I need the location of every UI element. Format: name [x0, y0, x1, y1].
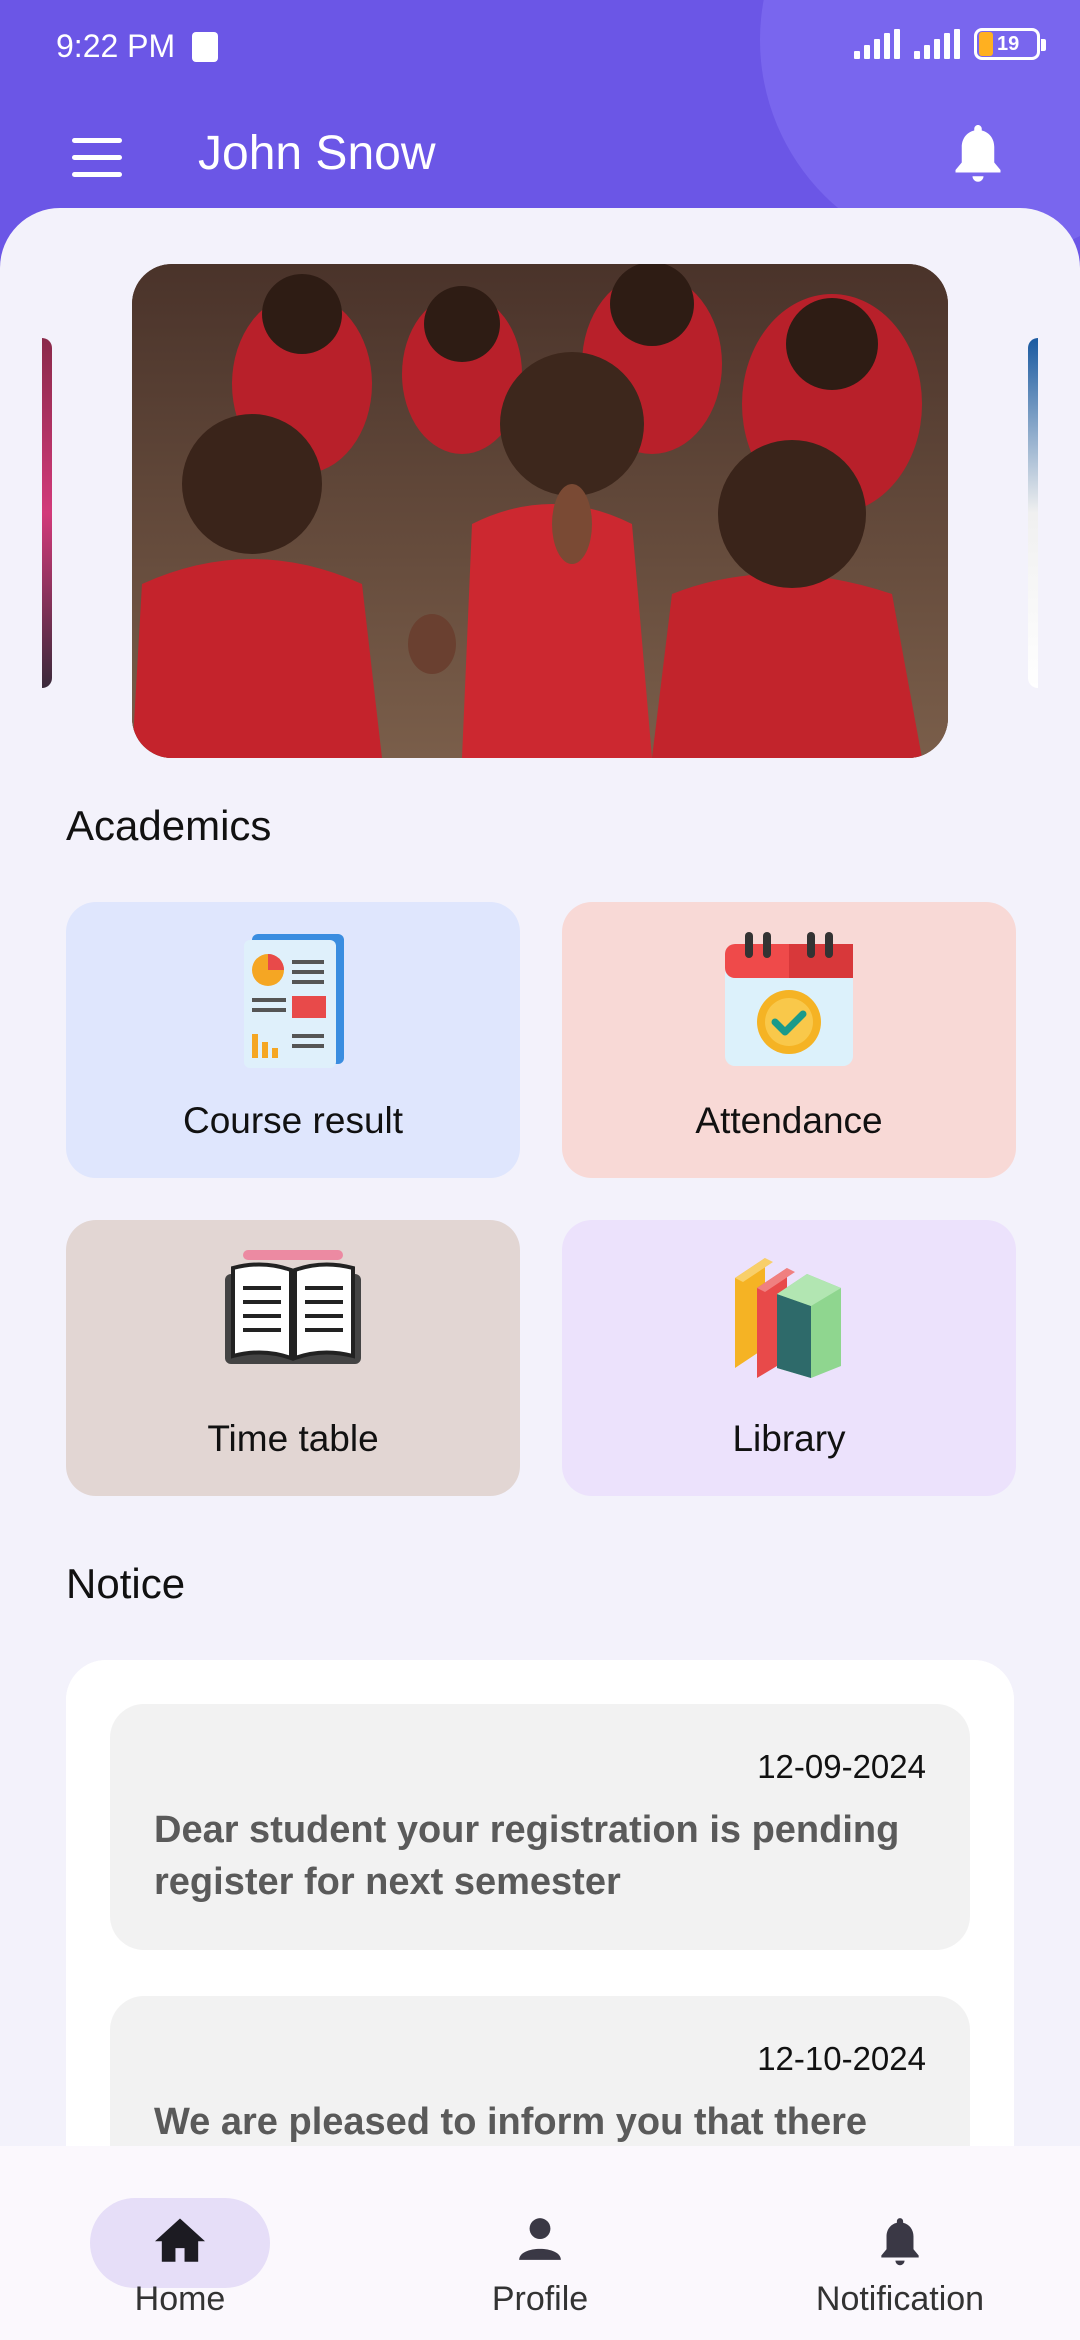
nav-home-label: Home: [134, 2280, 226, 2318]
course-result-label: Course result: [182, 1100, 404, 1141]
time-table-tile[interactable]: Time table: [66, 1220, 520, 1496]
status-bar: 9:22 PM 19: [0, 0, 1080, 96]
status-time: 9:22 PM: [56, 28, 176, 64]
attendance-tile[interactable]: Attendance: [562, 902, 1016, 1178]
bell-icon: [955, 125, 1001, 182]
menu-icon: [72, 138, 122, 143]
bell-icon: [881, 2218, 919, 2266]
books-icon: [735, 1258, 841, 1378]
notice-date: 12-09-2024: [757, 1748, 926, 1785]
course-result-tile[interactable]: Course result: [66, 902, 520, 1178]
notification-button[interactable]: [948, 120, 1008, 190]
home-icon: [155, 2218, 205, 2262]
user-name-title: John Snow: [198, 127, 436, 180]
carousel-prev-peek[interactable]: [42, 338, 52, 688]
nav-notification-label: Notification: [815, 2280, 985, 2318]
library-label: Library: [732, 1418, 846, 1459]
carousel-image[interactable]: [132, 264, 948, 758]
library-tile[interactable]: Library: [562, 1220, 1016, 1496]
battery-level: 19: [997, 32, 1020, 55]
signal-icon: [914, 29, 960, 59]
nav-notification[interactable]: Notification: [780, 2172, 1020, 2322]
notice-date: 12-10-2024: [757, 2040, 926, 2077]
notice-item[interactable]: 12-09-2024 Dear student your registratio…: [110, 1704, 970, 1950]
nav-home[interactable]: Home: [60, 2172, 300, 2322]
battery-icon: 19: [974, 28, 1046, 60]
nav-profile[interactable]: Profile: [420, 2172, 660, 2322]
report-icon: [244, 934, 344, 1068]
nav-profile-label: Profile: [491, 2280, 589, 2318]
students-photo: [132, 264, 948, 758]
signal-icon: [854, 29, 900, 59]
attendance-label: Attendance: [695, 1100, 883, 1141]
calendar-check-icon: [725, 932, 853, 1066]
time-table-label: Time table: [207, 1418, 379, 1459]
menu-button[interactable]: [72, 138, 126, 178]
notice-section-title: Notice: [66, 1560, 186, 1607]
academics-section-title: Academics: [66, 802, 272, 849]
notice-text: We are pleased to inform you that there: [154, 2101, 868, 2143]
notice-text: Dear student your registration is pendin…: [154, 1809, 900, 1903]
person-icon: [519, 2218, 561, 2260]
battery-saver-icon: [192, 32, 218, 62]
bottom-navigation: Home Profile Notification: [0, 2146, 1080, 2340]
app-bar: John Snow: [0, 110, 1080, 210]
carousel-next-peek[interactable]: [1028, 338, 1038, 688]
open-book-icon: [225, 1250, 361, 1364]
status-icons: 19: [854, 28, 1046, 60]
